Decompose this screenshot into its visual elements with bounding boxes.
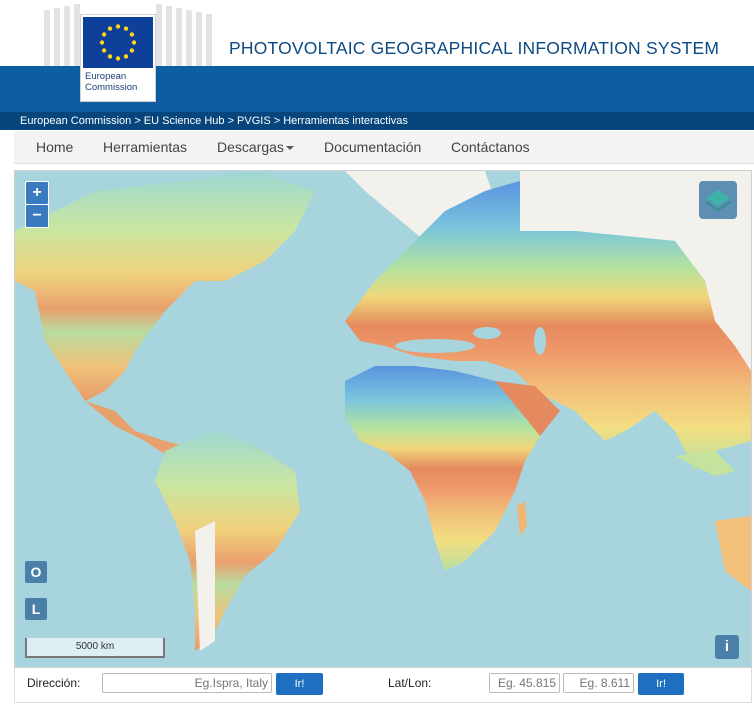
info-button[interactable]: i <box>715 635 739 659</box>
nav-documentacion[interactable]: Documentación <box>324 131 421 163</box>
zoom-in-button[interactable]: + <box>25 181 49 205</box>
nav-descargas-label: Descargas <box>217 139 284 155</box>
main-nav: Home Herramientas Descargas Documentació… <box>14 131 754 164</box>
address-input[interactable] <box>102 673 272 693</box>
site-title: PHOTOVOLTAIC GEOGRAPHICAL INFORMATION SY… <box>229 38 720 58</box>
layers-icon <box>706 190 730 211</box>
caspian-sea <box>534 327 546 355</box>
nav-contacto[interactable]: Contáctanos <box>451 131 530 163</box>
map-l-button[interactable]: L <box>25 598 47 620</box>
flag-star <box>123 54 129 59</box>
breadcrumb: European Commission > EU Science Hub > P… <box>0 112 754 130</box>
address-label: Dirección: <box>27 676 81 690</box>
caret-down-icon <box>285 146 294 151</box>
nav-herramientas[interactable]: Herramientas <box>103 131 187 163</box>
zoom-out-button[interactable]: − <box>25 204 49 228</box>
black-sea <box>473 327 501 339</box>
flag-star <box>129 32 135 37</box>
flag-star <box>101 48 107 53</box>
world-map-canvas[interactable] <box>15 171 751 667</box>
flag-star <box>99 40 105 45</box>
flag-star <box>107 54 113 59</box>
flag-star <box>123 26 129 31</box>
flag-star <box>115 56 121 61</box>
flag-star <box>115 24 121 29</box>
ec-logo[interactable]: European Commission <box>80 14 156 102</box>
flag-star <box>129 48 135 53</box>
eu-flag-icon <box>83 17 153 68</box>
solar-irradiation-map[interactable]: + − O L 5000 km i <box>14 170 752 668</box>
latlon-go-button[interactable]: Ir! <box>638 673 684 695</box>
logo-text: European Commission <box>85 71 138 93</box>
lon-input[interactable] <box>563 673 634 693</box>
nav-descargas[interactable]: Descargas <box>217 131 294 163</box>
map-o-button[interactable]: O <box>25 561 47 583</box>
lat-input[interactable] <box>489 673 560 693</box>
scale-bar: 5000 km <box>25 638 165 658</box>
flag-star <box>131 40 137 45</box>
nav-home[interactable]: Home <box>36 131 73 163</box>
mediterranean-sea <box>395 339 475 353</box>
flag-star <box>107 26 113 31</box>
layers-button[interactable] <box>699 181 737 219</box>
flag-star <box>101 32 107 37</box>
location-search-bar: Dirección: Ir! Lat/Lon: Ir! <box>14 668 752 703</box>
latlon-label: Lat/Lon: <box>388 676 432 690</box>
address-go-button[interactable]: Ir! <box>276 673 323 695</box>
site-header: European Commission PHOTOVOLTAIC GEOGRAP… <box>0 0 754 102</box>
